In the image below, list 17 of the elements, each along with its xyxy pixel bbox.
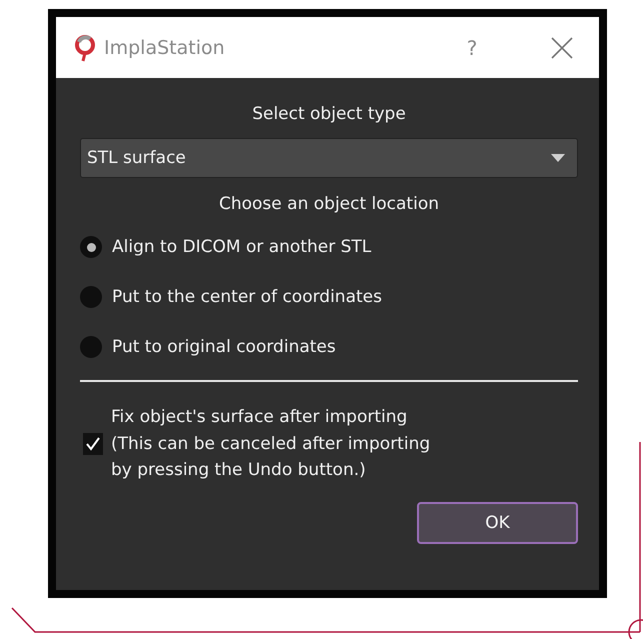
checkbox-label: by pressing the Undo button.): [111, 459, 367, 482]
object-type-dropdown[interactable]: STL surface: [80, 138, 578, 178]
checkbox-label: Fix object's surface after importing: [111, 406, 408, 429]
radio-button[interactable]: [80, 336, 102, 358]
checkbox-label: (This can be canceled after importing: [111, 432, 430, 456]
radio-label: Put to original coordinates: [112, 337, 336, 357]
ok-button[interactable]: OK: [417, 502, 578, 544]
checkbox[interactable]: [83, 432, 103, 455]
section-heading: Select object type: [252, 104, 406, 124]
caret-icon: [551, 154, 565, 162]
radio-button[interactable]: [80, 236, 102, 258]
radio-button[interactable]: [80, 286, 102, 308]
section-heading: Choose an object location: [218, 194, 439, 214]
radio-label: Align to DICOM or another STL: [112, 237, 372, 257]
radio-label: Put to the center of coordinates: [112, 287, 382, 307]
logo-icon: [74, 34, 96, 62]
window-title: ImplaStation: [104, 36, 226, 58]
